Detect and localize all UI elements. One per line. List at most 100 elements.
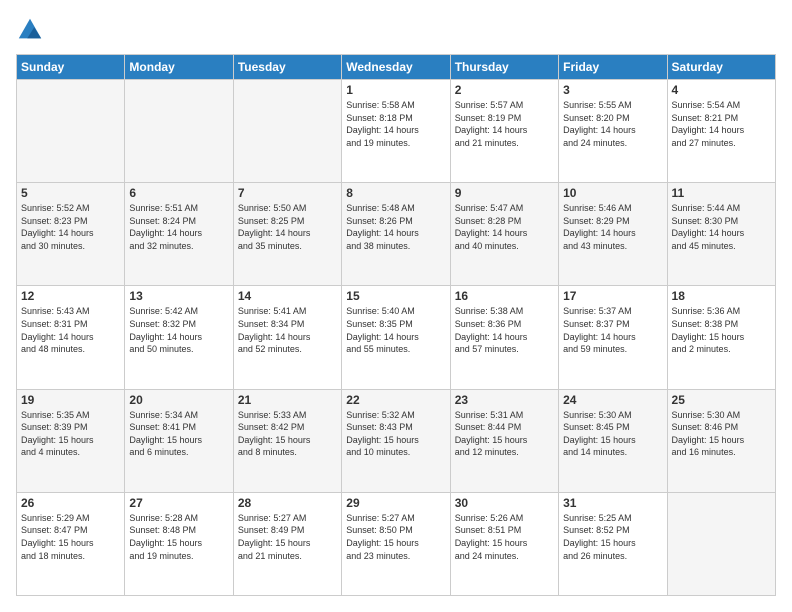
calendar-cell (125, 80, 233, 183)
day-number: 8 (346, 186, 445, 200)
calendar-cell: 31 Sunrise: 5:25 AM Sunset: 8:52 PM Dayli… (559, 492, 667, 595)
day-number: 31 (563, 496, 662, 510)
calendar-cell (667, 492, 775, 595)
day-number: 19 (21, 393, 120, 407)
day-number: 6 (129, 186, 228, 200)
day-number: 12 (21, 289, 120, 303)
day-number: 24 (563, 393, 662, 407)
day-number: 13 (129, 289, 228, 303)
day-number: 3 (563, 83, 662, 97)
day-number: 22 (346, 393, 445, 407)
day-number: 4 (672, 83, 771, 97)
day-info: Sunrise: 5:31 AM Sunset: 8:44 PM Dayligh… (455, 409, 554, 459)
day-number: 2 (455, 83, 554, 97)
calendar-cell: 7 Sunrise: 5:50 AM Sunset: 8:25 PM Daylig… (233, 183, 341, 286)
calendar-header-row: SundayMondayTuesdayWednesdayThursdayFrid… (17, 55, 776, 80)
day-info: Sunrise: 5:37 AM Sunset: 8:37 PM Dayligh… (563, 305, 662, 355)
day-info: Sunrise: 5:57 AM Sunset: 8:19 PM Dayligh… (455, 99, 554, 149)
logo-icon (16, 16, 44, 44)
day-info: Sunrise: 5:51 AM Sunset: 8:24 PM Dayligh… (129, 202, 228, 252)
day-info: Sunrise: 5:30 AM Sunset: 8:46 PM Dayligh… (672, 409, 771, 459)
calendar-cell: 11 Sunrise: 5:44 AM Sunset: 8:30 PM Dayli… (667, 183, 775, 286)
day-number: 23 (455, 393, 554, 407)
calendar-cell: 21 Sunrise: 5:33 AM Sunset: 8:42 PM Dayli… (233, 389, 341, 492)
day-number: 25 (672, 393, 771, 407)
calendar-cell: 30Sunrise: 5:26 AM Sunset: 8:51 PM Dayli… (450, 492, 558, 595)
day-info: Sunrise: 5:28 AM Sunset: 8:48 PM Dayligh… (129, 512, 228, 562)
day-number: 21 (238, 393, 337, 407)
calendar-cell: 10 Sunrise: 5:46 AM Sunset: 8:29 PM Dayli… (559, 183, 667, 286)
day-info: Sunrise: 5:43 AM Sunset: 8:31 PM Dayligh… (21, 305, 120, 355)
day-info: Sunrise: 5:47 AM Sunset: 8:28 PM Dayligh… (455, 202, 554, 252)
day-info: Sunrise: 5:38 AM Sunset: 8:36 PM Dayligh… (455, 305, 554, 355)
calendar-cell: 22 Sunrise: 5:32 AM Sunset: 8:43 PM Dayli… (342, 389, 450, 492)
calendar-cell: 27 Sunrise: 5:28 AM Sunset: 8:48 PM Dayli… (125, 492, 233, 595)
day-info: Sunrise: 5:33 AM Sunset: 8:42 PM Dayligh… (238, 409, 337, 459)
day-info: Sunrise: 5:27 AM Sunset: 8:50 PM Dayligh… (346, 512, 445, 562)
day-info: Sunrise: 5:34 AM Sunset: 8:41 PM Dayligh… (129, 409, 228, 459)
calendar-cell: 8 Sunrise: 5:48 AM Sunset: 8:26 PM Daylig… (342, 183, 450, 286)
calendar-cell: 12 Sunrise: 5:43 AM Sunset: 8:31 PM Dayli… (17, 286, 125, 389)
calendar-cell: 4 Sunrise: 5:54 AM Sunset: 8:21 PM Daylig… (667, 80, 775, 183)
calendar-week-row: 19 Sunrise: 5:35 AM Sunset: 8:39 PM Dayli… (17, 389, 776, 492)
calendar-cell: 14 Sunrise: 5:41 AM Sunset: 8:34 PM Dayli… (233, 286, 341, 389)
day-number: 16 (455, 289, 554, 303)
day-info: Sunrise: 5:46 AM Sunset: 8:29 PM Dayligh… (563, 202, 662, 252)
day-number: 7 (238, 186, 337, 200)
calendar-header-friday: Friday (559, 55, 667, 80)
day-info: Sunrise: 5:44 AM Sunset: 8:30 PM Dayligh… (672, 202, 771, 252)
day-info: Sunrise: 5:48 AM Sunset: 8:26 PM Dayligh… (346, 202, 445, 252)
day-info: Sunrise: 5:52 AM Sunset: 8:23 PM Dayligh… (21, 202, 120, 252)
day-info: Sunrise: 5:32 AM Sunset: 8:43 PM Dayligh… (346, 409, 445, 459)
calendar-table: SundayMondayTuesdayWednesdayThursdayFrid… (16, 54, 776, 596)
calendar-header-monday: Monday (125, 55, 233, 80)
calendar-cell: 25 Sunrise: 5:30 AM Sunset: 8:46 PM Dayli… (667, 389, 775, 492)
calendar-header-sunday: Sunday (17, 55, 125, 80)
calendar-cell (233, 80, 341, 183)
calendar-cell: 28Sunrise: 5:27 AM Sunset: 8:49 PM Dayli… (233, 492, 341, 595)
day-number: 1 (346, 83, 445, 97)
day-info: Sunrise: 5:40 AM Sunset: 8:35 PM Dayligh… (346, 305, 445, 355)
calendar-header-thursday: Thursday (450, 55, 558, 80)
calendar-cell: 20 Sunrise: 5:34 AM Sunset: 8:41 PM Dayli… (125, 389, 233, 492)
day-info: Sunrise: 5:54 AM Sunset: 8:21 PM Dayligh… (672, 99, 771, 149)
calendar-cell: 19 Sunrise: 5:35 AM Sunset: 8:39 PM Dayli… (17, 389, 125, 492)
day-info: Sunrise: 5:30 AM Sunset: 8:45 PM Dayligh… (563, 409, 662, 459)
day-info: Sunrise: 5:26 AM Sunset: 8:51 PM Dayligh… (455, 512, 554, 562)
calendar-header-tuesday: Tuesday (233, 55, 341, 80)
calendar-cell: 5 Sunrise: 5:52 AM Sunset: 8:23 PM Daylig… (17, 183, 125, 286)
calendar-cell: 3Sunrise: 5:55 AM Sunset: 8:20 PM Daylig… (559, 80, 667, 183)
calendar-cell: 1 Sunrise: 5:58 AM Sunset: 8:18 PM Daylig… (342, 80, 450, 183)
day-info: Sunrise: 5:29 AM Sunset: 8:47 PM Dayligh… (21, 512, 120, 562)
calendar-week-row: 12 Sunrise: 5:43 AM Sunset: 8:31 PM Dayli… (17, 286, 776, 389)
calendar-cell: 2 Sunrise: 5:57 AM Sunset: 8:19 PM Daylig… (450, 80, 558, 183)
day-info: Sunrise: 5:36 AM Sunset: 8:38 PM Dayligh… (672, 305, 771, 355)
calendar-week-row: 1 Sunrise: 5:58 AM Sunset: 8:18 PM Daylig… (17, 80, 776, 183)
day-number: 27 (129, 496, 228, 510)
day-info: Sunrise: 5:25 AM Sunset: 8:52 PM Dayligh… (563, 512, 662, 562)
calendar-cell: 23 Sunrise: 5:31 AM Sunset: 8:44 PM Dayli… (450, 389, 558, 492)
day-info: Sunrise: 5:50 AM Sunset: 8:25 PM Dayligh… (238, 202, 337, 252)
calendar-week-row: 5 Sunrise: 5:52 AM Sunset: 8:23 PM Daylig… (17, 183, 776, 286)
calendar-cell: 24 Sunrise: 5:30 AM Sunset: 8:45 PM Dayli… (559, 389, 667, 492)
calendar-cell: 16 Sunrise: 5:38 AM Sunset: 8:36 PM Dayli… (450, 286, 558, 389)
day-number: 17 (563, 289, 662, 303)
calendar-cell: 26 Sunrise: 5:29 AM Sunset: 8:47 PM Dayli… (17, 492, 125, 595)
header (16, 16, 776, 44)
day-number: 5 (21, 186, 120, 200)
day-info: Sunrise: 5:35 AM Sunset: 8:39 PM Dayligh… (21, 409, 120, 459)
day-number: 26 (21, 496, 120, 510)
logo (16, 16, 48, 44)
day-info: Sunrise: 5:58 AM Sunset: 8:18 PM Dayligh… (346, 99, 445, 149)
day-number: 18 (672, 289, 771, 303)
day-number: 14 (238, 289, 337, 303)
calendar-cell: 29Sunrise: 5:27 AM Sunset: 8:50 PM Dayli… (342, 492, 450, 595)
calendar-cell: 15Sunrise: 5:40 AM Sunset: 8:35 PM Dayli… (342, 286, 450, 389)
day-number: 11 (672, 186, 771, 200)
day-number: 20 (129, 393, 228, 407)
day-info: Sunrise: 5:41 AM Sunset: 8:34 PM Dayligh… (238, 305, 337, 355)
day-number: 10 (563, 186, 662, 200)
calendar-page: SundayMondayTuesdayWednesdayThursdayFrid… (0, 0, 792, 612)
calendar-cell: 13Sunrise: 5:42 AM Sunset: 8:32 PM Dayli… (125, 286, 233, 389)
calendar-header-saturday: Saturday (667, 55, 775, 80)
